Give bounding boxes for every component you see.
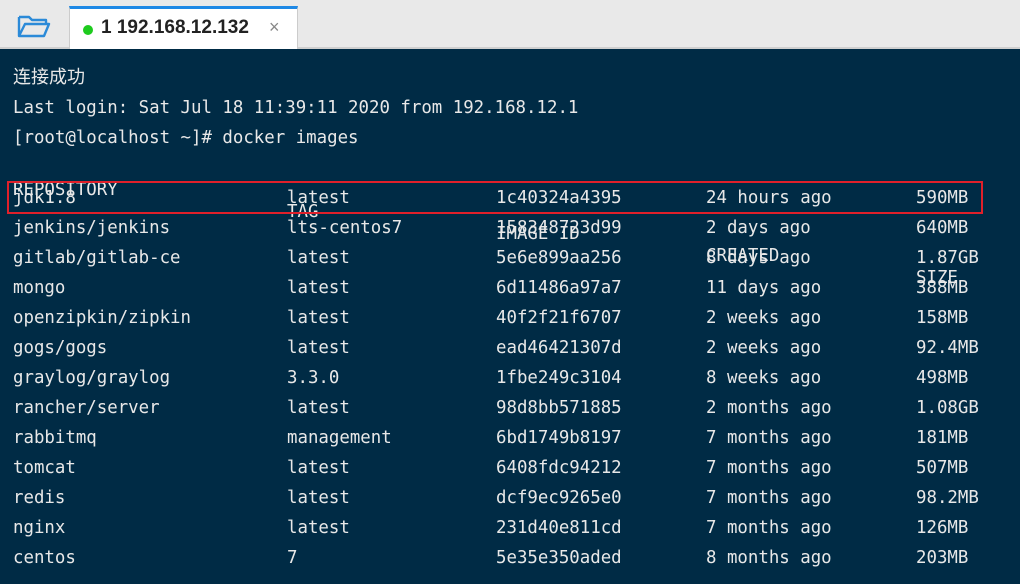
cell-image-id: 1fbe249c3104 bbox=[496, 368, 622, 388]
cell-tag: latest bbox=[287, 338, 350, 358]
cell-repository: mongo bbox=[13, 278, 66, 298]
cell-tag: latest bbox=[287, 488, 350, 508]
cell-created: 8 months ago bbox=[706, 548, 832, 568]
cell-image-id: 5e6e899aa256 bbox=[496, 248, 622, 268]
cell-size: 388MB bbox=[916, 278, 969, 298]
cell-created: 2 days ago bbox=[706, 218, 811, 238]
cell-created: 7 months ago bbox=[706, 518, 832, 538]
cell-image-id: 6d11486a97a7 bbox=[496, 278, 622, 298]
cell-tag: latest bbox=[287, 248, 350, 268]
cell-tag: 7 bbox=[287, 548, 298, 568]
cell-tag: latest bbox=[287, 458, 350, 478]
cell-tag: 3.3.0 bbox=[287, 368, 340, 388]
table-row: mongo latest 6d11486a97a7 11 days ago 388MB bbox=[0, 277, 1020, 299]
command-line: [root@localhost ~]# docker images bbox=[13, 128, 359, 148]
cell-size: 498MB bbox=[916, 368, 969, 388]
table-header: REPOSITORY TAG IMAGE ID CREATED SIZE bbox=[0, 157, 1020, 288]
table-row: tomcat latest 6408fdc94212 7 months ago 507M… bbox=[0, 457, 1020, 479]
cell-size: 181MB bbox=[916, 428, 969, 448]
cell-size: 1.08GB bbox=[916, 398, 979, 418]
close-icon[interactable]: × bbox=[269, 17, 280, 38]
cell-image-id: 40f2f21f6707 bbox=[496, 308, 622, 328]
cell-size: 203MB bbox=[916, 548, 969, 568]
table-row: rabbitmq management 6bd1749b8197 7 months a… bbox=[0, 427, 1020, 449]
session-tab[interactable]: 1 192.168.12.132 × bbox=[69, 6, 298, 49]
cell-size: 158MB bbox=[916, 308, 969, 328]
cell-tag: latest bbox=[287, 308, 350, 328]
cell-size: 126MB bbox=[916, 518, 969, 538]
cell-repository: gogs/gogs bbox=[13, 338, 108, 358]
folder-icon[interactable] bbox=[17, 14, 51, 38]
terminal-output[interactable]: 连接成功 Last login: Sat Jul 18 11:39:11 202… bbox=[0, 49, 1020, 584]
cell-image-id: 5e35e350aded bbox=[496, 548, 622, 568]
cell-size: 1.87GB bbox=[916, 248, 979, 268]
table-row: graylog/graylog 3.3.0 1fbe249c3104 8 weeks … bbox=[0, 367, 1020, 389]
cell-image-id: 6bd1749b8197 bbox=[496, 428, 622, 448]
cell-created: 7 months ago bbox=[706, 458, 832, 478]
connection-message: 连接成功 bbox=[13, 67, 85, 88]
cell-repository: rancher/server bbox=[13, 398, 160, 418]
cell-size: 507MB bbox=[916, 458, 969, 478]
cell-repository: jenkins/jenkins bbox=[13, 218, 171, 238]
cell-created: 11 days ago bbox=[706, 278, 822, 298]
cell-created: 8 weeks ago bbox=[706, 368, 822, 388]
cell-repository: graylog/graylog bbox=[13, 368, 171, 388]
cell-image-id: 6408fdc94212 bbox=[496, 458, 622, 478]
cell-size: 92.4MB bbox=[916, 338, 979, 358]
cell-created: 2 weeks ago bbox=[706, 338, 822, 358]
cell-created: 7 months ago bbox=[706, 428, 832, 448]
cell-tag: latest bbox=[287, 518, 350, 538]
cell-size: 640MB bbox=[916, 218, 969, 238]
cell-repository: openzipkin/zipkin bbox=[13, 308, 191, 328]
cell-image-id: 158348723d99 bbox=[496, 218, 622, 238]
cell-created: 2 months ago bbox=[706, 398, 832, 418]
cell-repository: gitlab/gitlab-ce bbox=[13, 248, 181, 268]
cell-repository: nginx bbox=[13, 518, 66, 538]
table-row: rancher/server latest 98d8bb571885 2 months… bbox=[0, 397, 1020, 419]
cell-repository: centos bbox=[13, 548, 76, 568]
cell-repository: redis bbox=[13, 488, 66, 508]
table-row: gitlab/gitlab-ce latest 5e6e899aa256 8 days… bbox=[0, 247, 1020, 269]
cell-repository: tomcat bbox=[13, 458, 76, 478]
cell-tag: latest bbox=[287, 278, 350, 298]
cell-created: 8 days ago bbox=[706, 248, 811, 268]
table-row: centos 7 5e35e350aded 8 months ago 203MB bbox=[0, 547, 1020, 569]
cell-tag: management bbox=[287, 428, 392, 448]
tab-bar: 1 192.168.12.132 × bbox=[0, 0, 1020, 49]
cell-image-id: 231d40e811cd bbox=[496, 518, 622, 538]
table-row: nginx latest 231d40e811cd 7 months ago 126MB bbox=[0, 517, 1020, 539]
tab-title: 1 192.168.12.132 bbox=[101, 17, 249, 38]
cell-image-id: ead46421307d bbox=[496, 338, 622, 358]
table-row: jenkins/jenkins lts-centos7 158348723d99 2 … bbox=[0, 217, 1020, 239]
cell-tag: latest bbox=[287, 398, 350, 418]
connected-status-icon bbox=[83, 25, 93, 35]
cell-tag: lts-centos7 bbox=[287, 218, 403, 238]
cell-image-id: 98d8bb571885 bbox=[496, 398, 622, 418]
cell-repository: rabbitmq bbox=[13, 428, 97, 448]
cell-created: 7 months ago bbox=[706, 488, 832, 508]
cell-created: 2 weeks ago bbox=[706, 308, 822, 328]
cell-image-id: dcf9ec9265e0 bbox=[496, 488, 622, 508]
highlight-box bbox=[7, 181, 983, 214]
last-login-line: Last login: Sat Jul 18 11:39:11 2020 fro… bbox=[13, 98, 579, 118]
table-row: redis latest dcf9ec9265e0 7 months ago 98.2M… bbox=[0, 487, 1020, 509]
table-row: gogs/gogs latest ead46421307d 2 weeks ago 92… bbox=[0, 337, 1020, 359]
table-row: openzipkin/zipkin latest 40f2f21f6707 2 wee… bbox=[0, 307, 1020, 329]
cell-size: 98.2MB bbox=[916, 488, 979, 508]
